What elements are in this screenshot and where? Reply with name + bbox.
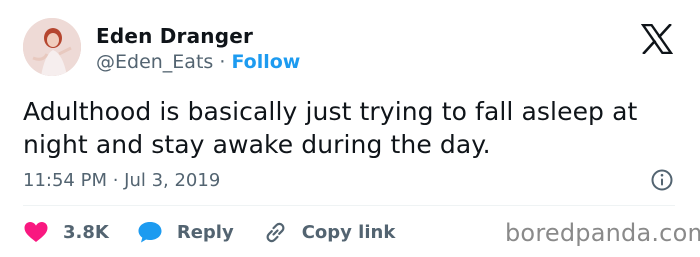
reply-label: Reply <box>176 221 234 243</box>
x-logo-icon[interactable] <box>641 24 673 54</box>
tweet-text-line-1: Adulthood is basically just trying to fa… <box>23 97 638 126</box>
tweet-text: Adulthood is basically just trying to fa… <box>23 95 663 161</box>
avatar[interactable] <box>23 18 81 76</box>
tweet-card: Eden Dranger @Eden_Eats · Follow Adultho… <box>0 0 700 257</box>
author-handle[interactable]: @Eden_Eats <box>96 51 213 73</box>
watermark: boredpanda.com <box>505 219 700 247</box>
follow-button[interactable]: Follow <box>231 51 300 73</box>
copy-link-label: Copy link <box>301 221 396 243</box>
reply-button[interactable]: Reply <box>137 220 234 244</box>
copy-link-button[interactable]: Copy link <box>262 220 396 244</box>
like-button[interactable]: 3.8K <box>23 220 109 244</box>
author-meta: @Eden_Eats · Follow <box>96 51 300 73</box>
author-name[interactable]: Eden Dranger <box>96 24 253 48</box>
separator-dot: · <box>219 51 232 73</box>
divider <box>23 205 675 206</box>
speech-bubble-icon <box>137 220 163 244</box>
tweet-timestamp[interactable]: 11:54 PM · Jul 3, 2019 <box>23 170 220 191</box>
info-icon[interactable] <box>650 168 674 192</box>
link-icon <box>262 220 288 244</box>
like-count: 3.8K <box>63 221 109 243</box>
action-bar: 3.8K Reply Copy link <box>23 218 423 246</box>
heart-icon <box>23 220 49 244</box>
tweet-text-line-2: night and stay awake during the day. <box>23 130 491 159</box>
